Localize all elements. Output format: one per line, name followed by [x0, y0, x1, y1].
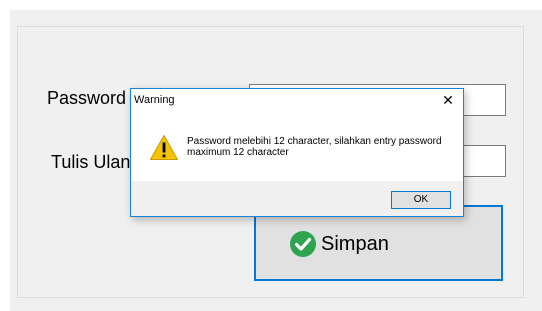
- check-circle-icon: [290, 231, 316, 257]
- close-icon[interactable]: ✕: [437, 91, 459, 111]
- dialog-body: Password melebihi 12 character, silahkan…: [131, 113, 463, 181]
- save-button-label: Simpan: [321, 232, 389, 255]
- save-button-content: Simpan: [289, 230, 389, 258]
- dialog-title: Warning: [134, 94, 175, 106]
- ok-button[interactable]: OK: [391, 191, 451, 209]
- dialog-titlebar[interactable]: Warning ✕: [131, 89, 463, 113]
- dialog-message: Password melebihi 12 character, silahkan…: [187, 136, 442, 158]
- dialog-footer: OK: [131, 181, 463, 216]
- warning-dialog: Warning ✕ Password melebihi 12 character…: [130, 88, 464, 217]
- confirm-password-label: Tulis Ulan: [51, 152, 131, 172]
- password-label: Password: [47, 88, 127, 108]
- warning-icon: [150, 135, 178, 160]
